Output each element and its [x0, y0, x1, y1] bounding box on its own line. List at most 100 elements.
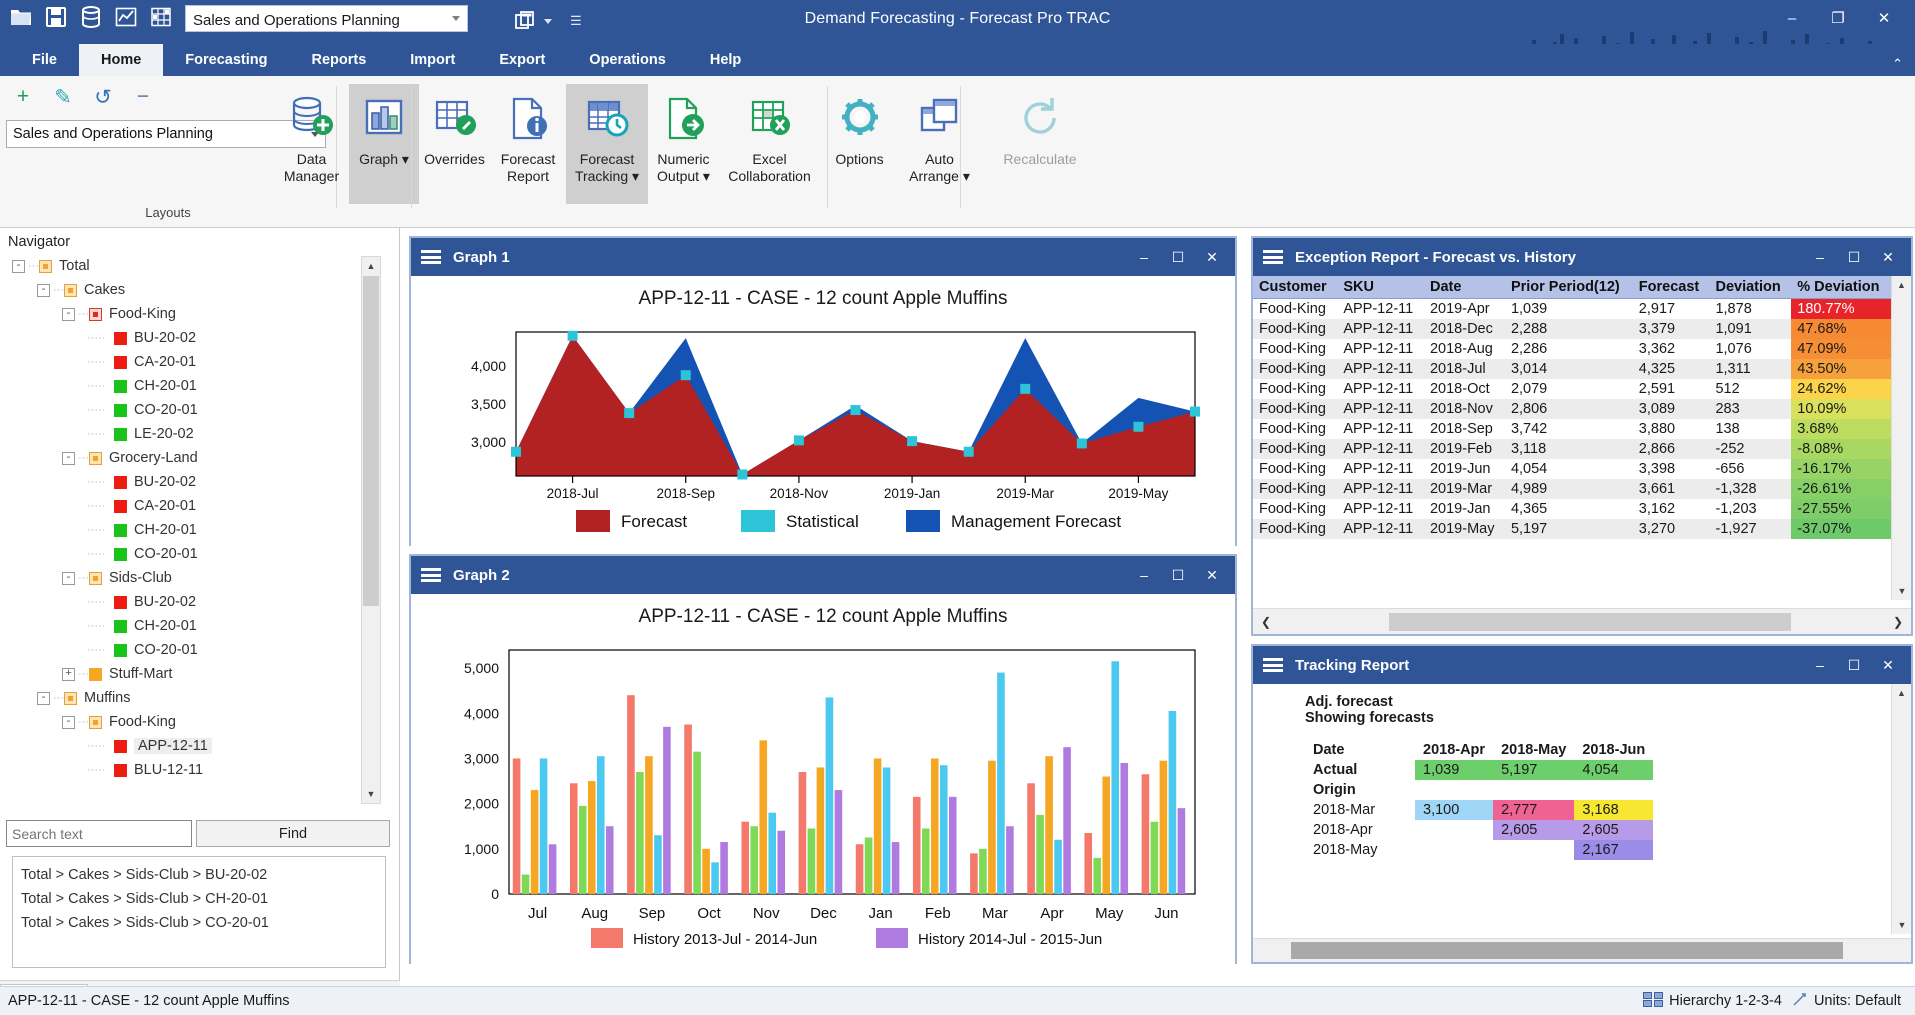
restore-button[interactable]: ❐ [1815, 4, 1861, 32]
tree-node-bu-20-02[interactable]: ·····BU-20-02 [0, 326, 372, 350]
menu-icon[interactable] [421, 568, 441, 582]
tab-home[interactable]: Home [79, 44, 163, 76]
tab-reports[interactable]: Reports [289, 44, 388, 76]
selection-path-list[interactable]: Total > Cakes > Sids-Club > BU-20-02 Tot… [12, 856, 386, 968]
graph2-chart[interactable]: 01,0002,0003,0004,0005,000JulAugSepOctNo… [411, 642, 1235, 972]
table-row[interactable]: Food-KingAPP-12-112018-Jul3,0144,3251,31… [1253, 359, 1891, 379]
table-row[interactable]: Food-KingAPP-12-112019-May5,1973,270-1,9… [1253, 519, 1891, 539]
collapse-icon[interactable]: - [62, 716, 75, 729]
ribbon-button-forecast-tracking[interactable]: ForecastTracking ▾ [566, 84, 648, 204]
scrollbar-thumb[interactable] [1389, 613, 1791, 631]
table-row[interactable]: Food-KingAPP-12-112018-Sep3,7423,8801383… [1253, 419, 1891, 439]
table-row[interactable]: Food-KingAPP-12-112019-Mar4,9893,661-1,3… [1253, 479, 1891, 499]
scroll-up-icon[interactable]: ▲ [362, 257, 380, 275]
menu-icon[interactable] [1263, 250, 1283, 264]
exception-report-table[interactable]: CustomerSKUDatePrior Period(12)ForecastD… [1253, 276, 1891, 539]
tree-node-co-20-01[interactable]: ·····CO-20-01 [0, 398, 372, 422]
table-row[interactable]: Food-KingAPP-12-112019-Apr1,0392,9171,87… [1253, 299, 1891, 320]
scroll-up-icon[interactable]: ▲ [1892, 276, 1911, 294]
minimize-button[interactable]: – [1769, 4, 1815, 32]
tree-node-ca-20-01[interactable]: ·····CA-20-01 [0, 494, 372, 518]
scroll-up-icon[interactable]: ▲ [1892, 684, 1911, 702]
tracking-report-minimize-button[interactable]: – [1803, 650, 1837, 680]
tree-node-co-20-01[interactable]: ·····CO-20-01 [0, 638, 372, 662]
tracking-actual-row[interactable]: Actual1,0395,1974,054 [1305, 760, 1653, 780]
table-row[interactable]: Food-KingAPP-12-112019-Jun4,0543,398-656… [1253, 459, 1891, 479]
scroll-down-icon[interactable]: ▼ [1892, 582, 1912, 600]
tree-node-bu-20-02[interactable]: ·····BU-20-02 [0, 590, 372, 614]
column-header-1[interactable]: SKU [1337, 276, 1424, 299]
collapse-icon[interactable]: - [62, 452, 75, 465]
tracking-report-hscrollbar[interactable] [1253, 938, 1911, 962]
column-header-2[interactable]: Date [1424, 276, 1505, 299]
exception-report-vscrollbar[interactable]: ▲ ▼ [1891, 276, 1911, 600]
ribbon-button-overrides[interactable]: Overrides [419, 84, 490, 204]
tree-node-sids-club[interactable]: -···Sids-Club [0, 566, 372, 590]
graph1-close-button[interactable]: ✕ [1195, 242, 1229, 272]
scroll-down-icon[interactable]: ▼ [362, 785, 380, 803]
tree-node-stuff-mart[interactable]: +···Stuff-Mart [0, 662, 372, 686]
edit-layout-button[interactable]: ✎ [50, 84, 76, 110]
navigator-scrollbar[interactable]: ▲ ▼ [361, 256, 381, 804]
tracking-report-close-button[interactable]: ✕ [1871, 650, 1905, 680]
tree-node-cakes[interactable]: -···Cakes [0, 278, 372, 302]
tree-node-grocery-land[interactable]: -···Grocery-Land [0, 446, 372, 470]
collapse-icon[interactable]: - [12, 260, 25, 273]
graph1-maximize-button[interactable]: ☐ [1161, 242, 1195, 272]
scrollbar-thumb[interactable] [363, 276, 379, 606]
add-layout-button[interactable]: + [10, 84, 36, 110]
collapse-icon[interactable]: - [37, 284, 50, 297]
tree-node-ca-20-01[interactable]: ·····CA-20-01 [0, 350, 372, 374]
column-header-5[interactable]: Deviation [1709, 276, 1791, 299]
tab-file[interactable]: File [10, 44, 79, 76]
tab-forecasting[interactable]: Forecasting [163, 44, 289, 76]
tracking-origin-entry[interactable]: 2018-Mar3,1002,7773,168 [1305, 800, 1653, 820]
collapse-icon[interactable]: - [62, 308, 75, 321]
column-header-0[interactable]: Customer [1253, 276, 1337, 299]
table-row[interactable]: Food-KingAPP-12-112018-Aug2,2863,3621,07… [1253, 339, 1891, 359]
ribbon-button-numeric-output[interactable]: NumericOutput ▾ [648, 84, 719, 204]
tree-node-app-12-11[interactable]: ·····APP-12-11 [0, 734, 372, 758]
tab-operations[interactable]: Operations [567, 44, 688, 76]
graph2-close-button[interactable]: ✕ [1195, 560, 1229, 590]
tracking-report-maximize-button[interactable]: ☐ [1837, 650, 1871, 680]
menu-icon[interactable] [1263, 658, 1283, 672]
ribbon-collapse-icon[interactable]: ⌃ [1892, 56, 1903, 72]
search-input[interactable] [6, 820, 192, 847]
ribbon-button-forecast-report[interactable]: ForecastReport [490, 84, 566, 204]
exception-report-minimize-button[interactable]: – [1803, 242, 1837, 272]
tree-node-bu-20-02[interactable]: ·····BU-20-02 [0, 470, 372, 494]
tab-import[interactable]: Import [388, 44, 477, 76]
tree-node-co-20-01[interactable]: ·····CO-20-01 [0, 542, 372, 566]
tree-node-ch-20-01[interactable]: ·····CH-20-01 [0, 374, 372, 398]
table-row[interactable]: Food-KingAPP-12-112019-Jan4,3653,162-1,2… [1253, 499, 1891, 519]
ribbon-button-excel-collaboration[interactable]: ExcelCollaboration [719, 84, 820, 204]
ribbon-button-graph[interactable]: Graph ▾ [349, 84, 419, 204]
exception-report-maximize-button[interactable]: ☐ [1837, 242, 1871, 272]
tracking-origin-row[interactable]: Origin [1305, 780, 1653, 800]
tree-node-muffins[interactable]: -···Muffins [0, 686, 372, 710]
column-header-4[interactable]: Forecast [1633, 276, 1710, 299]
tracking-origin-entry[interactable]: 2018-May2,167 [1305, 840, 1653, 860]
column-header-6[interactable]: % Deviation [1791, 276, 1891, 299]
expand-icon[interactable]: + [62, 668, 75, 681]
tracking-report-vscrollbar[interactable]: ▲ ▼ [1891, 684, 1911, 934]
units-status[interactable]: Units: Default [1792, 992, 1901, 1011]
tree-node-ch-20-01[interactable]: ·····CH-20-01 [0, 614, 372, 638]
graph2-minimize-button[interactable]: – [1127, 560, 1161, 590]
tracking-header-row[interactable]: Date2018-Apr2018-May2018-Jun [1305, 740, 1653, 760]
scroll-down-icon[interactable]: ▼ [1892, 916, 1912, 934]
graph1-chart[interactable]: 3,0003,5004,0002018-Jul2018-Sep2018-Nov2… [411, 326, 1235, 554]
tracking-origin-entry[interactable]: 2018-Apr2,6052,605 [1305, 820, 1653, 840]
scroll-right-icon[interactable]: ❯ [1885, 610, 1911, 634]
tree-node-total[interactable]: -···Total [0, 254, 372, 278]
tracking-report-table[interactable]: Date2018-Apr2018-May2018-JunActual1,0395… [1305, 740, 1653, 860]
collapse-icon[interactable]: - [62, 572, 75, 585]
tree-node-food-king[interactable]: -···Food-King [0, 302, 372, 326]
undo-layout-button[interactable]: ↺ [90, 84, 116, 110]
menu-icon[interactable] [421, 250, 441, 264]
graph2-maximize-button[interactable]: ☐ [1161, 560, 1195, 590]
collapse-icon[interactable]: - [37, 692, 50, 705]
scrollbar-thumb[interactable] [1291, 942, 1843, 959]
find-button[interactable]: Find [196, 820, 390, 847]
